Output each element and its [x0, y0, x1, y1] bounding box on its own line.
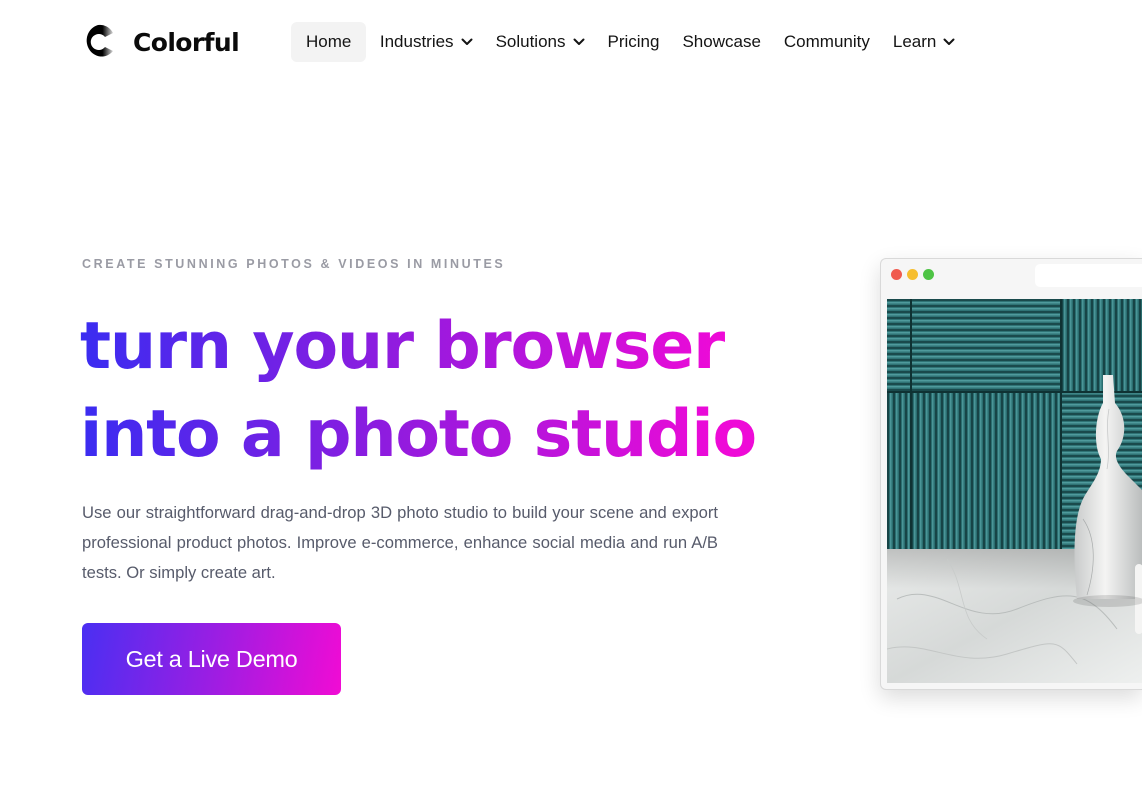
nav-item-label: Solutions — [495, 32, 566, 51]
main-nav: Home Industries Solutions Pricing Showca… — [291, 22, 967, 62]
browser-preview — [880, 258, 1142, 690]
nav-item-label: Industries — [379, 32, 454, 51]
nav-item-pricing[interactable]: Pricing — [596, 22, 671, 62]
nav-item-solutions[interactable]: Solutions — [484, 22, 596, 62]
nav-item-label: Pricing — [607, 32, 660, 51]
nav-item-home[interactable]: Home — [291, 22, 367, 62]
maximize-dot — [923, 269, 934, 280]
hero-headline: turn your browser into a photo studio — [80, 303, 756, 479]
nav-item-learn[interactable]: Learn — [881, 22, 966, 62]
nav-item-showcase[interactable]: Showcase — [671, 22, 772, 62]
nav-item-label: Home — [306, 32, 352, 51]
live-demo-button[interactable]: Get a Live Demo — [82, 623, 341, 695]
c-logo-icon — [86, 24, 113, 57]
nav-item-label: Learn — [892, 32, 937, 51]
headline-line-2: into a photo studio — [80, 397, 756, 472]
nav-item-label: Showcase — [682, 32, 761, 51]
minimize-dot — [907, 269, 918, 280]
chevron-down-icon — [573, 38, 584, 45]
brand-name: Colorful — [133, 27, 240, 57]
nav-item-industries[interactable]: Industries — [368, 22, 484, 62]
chevron-down-icon — [461, 38, 473, 45]
hero-description: Use our straightforward drag-and-drop 3D… — [82, 503, 718, 582]
brand-logo[interactable]: Colorful — [82, 24, 240, 60]
nav-item-community[interactable]: Community — [772, 22, 881, 62]
address-bar — [1035, 264, 1142, 287]
close-dot — [891, 269, 902, 280]
window-controls — [891, 269, 934, 280]
landing-page: Colorful Home Industries Solutions Prici… — [0, 0, 1142, 791]
chevron-down-icon — [943, 38, 955, 45]
nav-item-label: Community — [783, 32, 870, 51]
headline-line-1: turn your browser — [80, 309, 725, 384]
hero-eyebrow: CREATE STUNNING PHOTOS & VIDEOS IN MINUT… — [82, 257, 506, 271]
product-scene-image — [887, 299, 1142, 683]
